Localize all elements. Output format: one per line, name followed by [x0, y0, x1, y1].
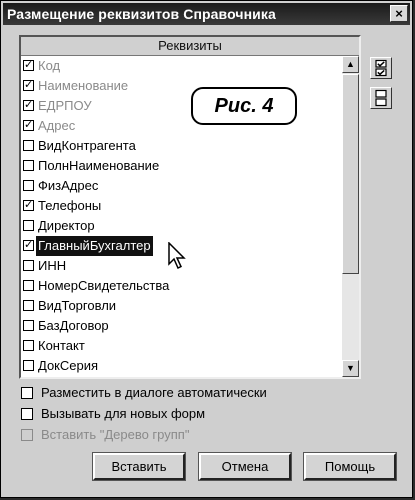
item-label: ПолнНаименование: [38, 158, 160, 173]
option-checkbox: [21, 429, 33, 441]
option-label: Разместить в диалоге автоматически: [41, 385, 267, 400]
option-label: Вставить "Дерево групп": [41, 427, 190, 442]
option-checkbox[interactable]: [21, 408, 33, 420]
scroll-thumb[interactable]: [342, 74, 359, 274]
cancel-button[interactable]: Отмена: [198, 452, 292, 481]
requisites-list[interactable]: Реквизиты ✓ Код ✓ Наименование ✓ ЕДРПОУ ✓ Адрес…: [19, 35, 361, 379]
item-label: ДокСерия: [38, 358, 99, 373]
dialog-window: Размещение реквизитов Справочника × Рекв…: [0, 0, 413, 498]
list-item[interactable]: ПолнНаименование: [21, 156, 342, 176]
mouse-cursor-icon: [168, 242, 186, 270]
list-item[interactable]: Контакт: [21, 336, 342, 356]
title-bar[interactable]: Размещение реквизитов Справочника ×: [3, 3, 410, 25]
item-label: Код: [38, 58, 61, 73]
item-checkbox[interactable]: ✓: [23, 200, 34, 211]
item-checkbox[interactable]: [23, 360, 34, 371]
item-checkbox[interactable]: [23, 180, 34, 191]
item-label: Директор: [38, 218, 95, 233]
item-label: ЕДРПОУ: [38, 98, 92, 113]
item-label: Контакт: [38, 338, 85, 353]
item-checkbox[interactable]: ✓: [23, 240, 34, 251]
item-label: ФизАдрес: [38, 178, 99, 193]
scroll-down-button[interactable]: ▼: [342, 360, 359, 377]
close-button[interactable]: ×: [390, 5, 408, 22]
item-checkbox[interactable]: [23, 340, 34, 351]
list-item[interactable]: БазДоговор: [21, 316, 342, 336]
vertical-scrollbar[interactable]: ▲ ▼: [342, 56, 359, 377]
item-label: ИНН: [38, 258, 67, 273]
item-checkbox[interactable]: [23, 260, 34, 271]
item-checkbox: ✓: [23, 99, 34, 111]
item-label: Наименование: [38, 78, 129, 93]
window-title: Размещение реквизитов Справочника: [7, 6, 276, 22]
list-item[interactable]: НомерСвидетельства: [21, 276, 342, 296]
list-item[interactable]: Директор: [21, 216, 342, 236]
list-item[interactable]: ДокСерия: [21, 356, 342, 376]
check-all-button[interactable]: [370, 57, 392, 79]
item-label: БазДоговор: [38, 318, 109, 333]
list-item[interactable]: ✓ Телефоны: [21, 196, 342, 216]
item-checkbox[interactable]: [23, 280, 34, 291]
list-item[interactable]: ВидКонтрагента: [21, 136, 342, 156]
figure-label: Рис. 4: [191, 87, 297, 125]
list-column-header: Реквизиты: [21, 37, 359, 56]
item-checkbox[interactable]: [23, 220, 34, 231]
item-label: ГлавныйБухгалтер: [36, 236, 153, 256]
list-item[interactable]: ФизАдрес: [21, 176, 342, 196]
item-label: ВидКонтрагента: [38, 138, 136, 153]
check-all-icon: [375, 59, 387, 77]
insert-button[interactable]: Вставить: [92, 452, 186, 481]
scroll-up-button[interactable]: ▲: [342, 56, 359, 73]
option-checkbox[interactable]: [21, 387, 33, 399]
item-label: Телефоны: [38, 198, 102, 213]
item-checkbox: ✓: [23, 119, 34, 131]
uncheck-all-icon: [375, 89, 387, 107]
item-checkbox[interactable]: [23, 300, 34, 311]
list-item[interactable]: ВидТорговли: [21, 296, 342, 316]
item-label: Адрес: [38, 118, 76, 133]
list-item[interactable]: ✓ Код: [21, 56, 342, 76]
item-checkbox: ✓: [23, 79, 34, 91]
item-checkbox[interactable]: [23, 160, 34, 171]
uncheck-all-button[interactable]: [370, 87, 392, 109]
item-checkbox[interactable]: [23, 320, 34, 331]
item-checkbox: ✓: [23, 59, 34, 71]
option-label: Вызывать для новых форм: [41, 406, 206, 421]
help-button[interactable]: Помощь: [303, 452, 397, 481]
item-checkbox[interactable]: [23, 140, 34, 151]
item-label: НомерСвидетельства: [38, 278, 170, 293]
item-label: ВидТорговли: [38, 298, 117, 313]
